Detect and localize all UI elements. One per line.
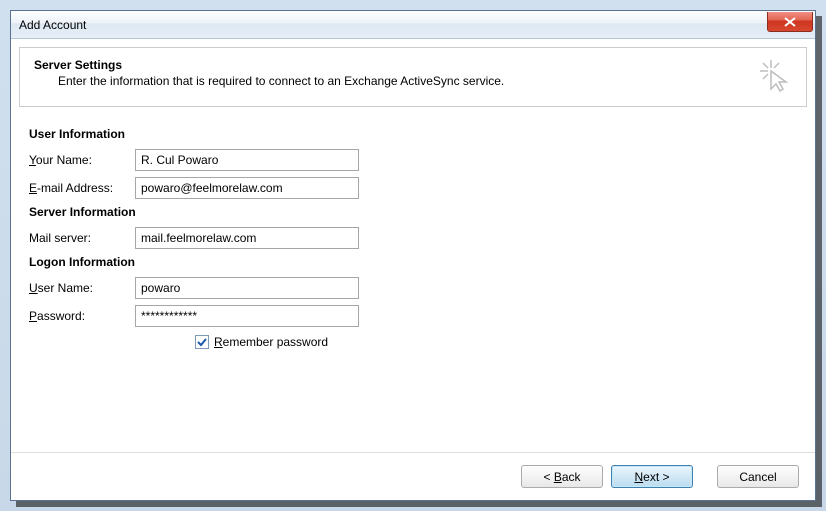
label-user-name: User Name:: [29, 281, 135, 295]
label-remember-password: Remember password: [214, 335, 328, 349]
cursor-click-icon: [758, 58, 792, 92]
remember-password-checkbox[interactable]: [195, 335, 209, 349]
label-your-name: Your Name:: [29, 153, 135, 167]
window-title: Add Account: [19, 18, 86, 32]
add-account-dialog: Add Account Server Settings Enter the in…: [10, 10, 816, 501]
section-logon-information: Logon Information: [29, 255, 797, 269]
label-password: Password:: [29, 309, 135, 323]
your-name-field[interactable]: [135, 149, 359, 171]
form-body: User Information Your Name: E-mail Addre…: [11, 115, 815, 452]
header-title: Server Settings: [34, 58, 758, 72]
close-icon: [784, 17, 796, 27]
label-email: E-mail Address:: [29, 181, 135, 195]
cancel-button[interactable]: Cancel: [717, 465, 799, 488]
checkmark-icon: [197, 337, 207, 347]
header-subtitle: Enter the information that is required t…: [34, 74, 758, 88]
section-server-information: Server Information: [29, 205, 797, 219]
close-button[interactable]: [767, 12, 813, 32]
mail-server-field[interactable]: [135, 227, 359, 249]
email-field[interactable]: [135, 177, 359, 199]
titlebar: Add Account: [11, 11, 815, 39]
next-button[interactable]: Next >: [611, 465, 693, 488]
section-user-information: User Information: [29, 127, 797, 141]
back-button[interactable]: < Back: [521, 465, 603, 488]
user-name-field[interactable]: [135, 277, 359, 299]
password-field[interactable]: [135, 305, 359, 327]
label-mail-server: Mail server:: [29, 231, 135, 245]
dialog-footer: < Back Next > Cancel: [11, 452, 815, 500]
header-panel: Server Settings Enter the information th…: [19, 47, 807, 107]
